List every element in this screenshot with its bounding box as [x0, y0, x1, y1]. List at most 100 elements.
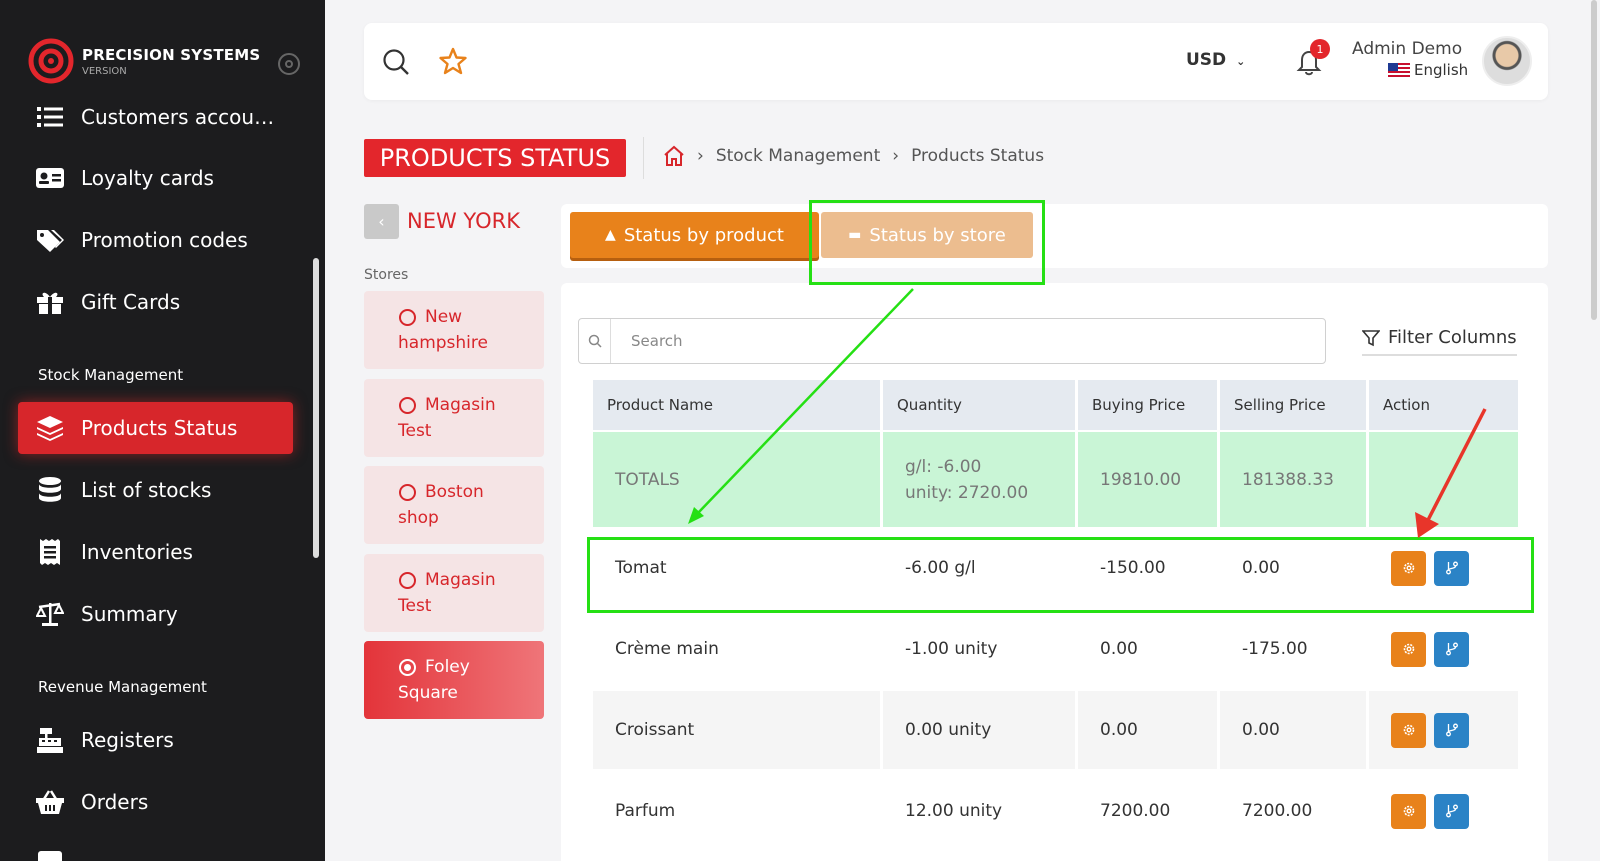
store-card[interactable]: Magasin Test — [364, 554, 544, 632]
language-selector[interactable]: English — [1388, 61, 1468, 79]
receipt-icon — [36, 538, 64, 566]
buying-price: 0.00 — [1078, 691, 1220, 769]
sidebar-item-next-cutoff[interactable] — [36, 840, 81, 861]
settings-button[interactable] — [1391, 712, 1426, 748]
table-header: Product Name Quantity Buying Price Selli… — [593, 380, 1518, 430]
sidebar-item-promotion-codes[interactable]: Promotion codes — [36, 220, 248, 260]
tab-status-by-product[interactable]: ▲ Status by product — [570, 212, 819, 258]
branch-button[interactable] — [1434, 712, 1469, 748]
buying-price: 7200.00 — [1078, 772, 1220, 850]
annotation-box-tab — [809, 200, 1045, 285]
id-card-icon — [36, 164, 64, 192]
store-name-line2: Square — [398, 683, 458, 703]
sidebar-item-label: Summary — [81, 602, 178, 626]
row-actions — [1369, 691, 1518, 769]
sidebar-scrollbar[interactable] — [313, 258, 319, 558]
store-name-line1: New — [425, 307, 463, 327]
top-bar: USD ⌄ 1 Admin Demo English — [364, 23, 1548, 100]
currency-selector[interactable]: USD ⌄ — [1186, 50, 1245, 70]
page-title: PRODUCTS STATUS — [364, 139, 626, 177]
totals-qty-line2: unity: 2720.00 — [905, 482, 1029, 503]
store-card[interactable]: New hampshire — [364, 291, 544, 369]
store-name-line1: Magasin — [425, 395, 496, 415]
branch-button[interactable] — [1434, 631, 1469, 667]
sidebar-item-orders[interactable]: Orders — [36, 782, 148, 822]
breadcrumb-item[interactable]: Stock Management — [716, 146, 880, 166]
sidebar-item-loyalty-cards[interactable]: Loyalty cards — [36, 158, 214, 198]
notification-badge: 1 — [1310, 39, 1330, 59]
cash-register-icon — [36, 726, 64, 754]
search-box[interactable] — [578, 318, 1326, 364]
page-scrollbar[interactable] — [1591, 0, 1597, 320]
product-quantity: 12.00 unity — [883, 772, 1078, 850]
settings-button[interactable] — [1391, 631, 1426, 667]
star-icon[interactable] — [438, 47, 468, 75]
selling-price: -175.00 — [1220, 610, 1369, 688]
avatar[interactable] — [1482, 36, 1532, 86]
filter-columns-button[interactable]: Filter Columns — [1362, 327, 1517, 356]
branch-button[interactable] — [1434, 793, 1469, 829]
list-icon — [36, 103, 64, 131]
sidebar-item-label: Loyalty cards — [81, 166, 214, 190]
sidebar-item-summary[interactable]: Summary — [36, 594, 178, 634]
column-header[interactable]: Buying Price — [1078, 380, 1220, 430]
sidebar-item-inventories[interactable]: Inventories — [36, 532, 193, 572]
git-branch-icon — [1445, 723, 1458, 737]
product-name: Parfum — [593, 772, 883, 850]
chevron-right-icon: › — [697, 146, 704, 166]
user-name[interactable]: Admin Demo — [1352, 39, 1462, 59]
divider — [643, 137, 644, 179]
store-name-line2: shop — [398, 508, 439, 528]
selling-price: 7200.00 — [1220, 772, 1369, 850]
store-name-line1: Boston — [425, 482, 484, 502]
column-header[interactable]: Quantity — [883, 380, 1078, 430]
store-card[interactable]: Boston shop — [364, 466, 544, 544]
totals-qty-line1: g/l: -6.00 — [905, 456, 982, 477]
tab-label: Status by product — [623, 224, 784, 246]
product-name: Croissant — [593, 691, 883, 769]
totals-label: TOTALS — [593, 432, 883, 527]
brand-name: PRECISION SYSTEMS — [82, 45, 261, 64]
brand[interactable]: PRECISION SYSTEMS VERSION — [28, 38, 260, 84]
sidebar: PRECISION SYSTEMS VERSION Customers acco… — [0, 0, 325, 861]
row-actions — [1369, 610, 1518, 688]
sidebar-item-list-of-stocks[interactable]: List of stocks — [36, 470, 211, 510]
sidebar-item-label: Promotion codes — [81, 228, 248, 252]
sidebar-item-label: Customers accou… — [81, 105, 275, 129]
sidebar-item-products-status[interactable]: Products Status — [36, 408, 237, 448]
sidebar-item-registers[interactable]: Registers — [36, 720, 174, 760]
column-header[interactable]: Selling Price — [1220, 380, 1369, 430]
product-quantity: -1.00 unity — [883, 610, 1078, 688]
store-name-line2: Test — [398, 596, 432, 616]
table-row[interactable]: Croissant 0.00 unity 0.00 0.00 — [593, 691, 1518, 769]
breadcrumb-item-current: Products Status — [911, 146, 1045, 166]
section-stock-management: Stock Management — [38, 366, 184, 384]
table-row[interactable]: Parfum 12.00 unity 7200.00 7200.00 — [593, 772, 1518, 850]
stores-label: Stores — [364, 267, 409, 283]
search-input[interactable] — [631, 332, 1231, 350]
sidebar-item-gift-cards[interactable]: Gift Cards — [36, 282, 180, 322]
product-quantity: 0.00 unity — [883, 691, 1078, 769]
git-branch-icon — [1445, 804, 1458, 818]
balance-scale-icon — [36, 600, 64, 628]
search-icon[interactable] — [382, 48, 410, 76]
point-of-sale-icon — [36, 846, 64, 861]
sidebar-item-label: List of stocks — [81, 478, 212, 502]
back-button[interactable]: ‹ — [364, 204, 399, 239]
totals-action — [1369, 432, 1518, 527]
store-card-active[interactable]: Foley Square — [364, 641, 544, 719]
sidebar-toggle-icon[interactable] — [278, 53, 300, 75]
home-icon[interactable] — [663, 145, 685, 167]
sidebar-item-label: Inventories — [81, 540, 193, 564]
table-row[interactable]: Crème main -1.00 unity 0.00 -175.00 — [593, 610, 1518, 688]
totals-quantity: g/l: -6.00 unity: 2720.00 — [883, 432, 1078, 527]
currency-label: USD — [1186, 50, 1227, 70]
column-header[interactable]: Product Name — [593, 380, 883, 430]
store-card[interactable]: Magasin Test — [364, 379, 544, 457]
sidebar-item-customers-accounts[interactable]: Customers accou… — [36, 97, 274, 137]
filter-icon — [1362, 329, 1380, 346]
annotation-box-row — [587, 537, 1534, 613]
settings-button[interactable] — [1391, 793, 1426, 829]
totals-selling: 181388.33 — [1220, 432, 1369, 527]
totals-buying: 19810.00 — [1078, 432, 1220, 527]
